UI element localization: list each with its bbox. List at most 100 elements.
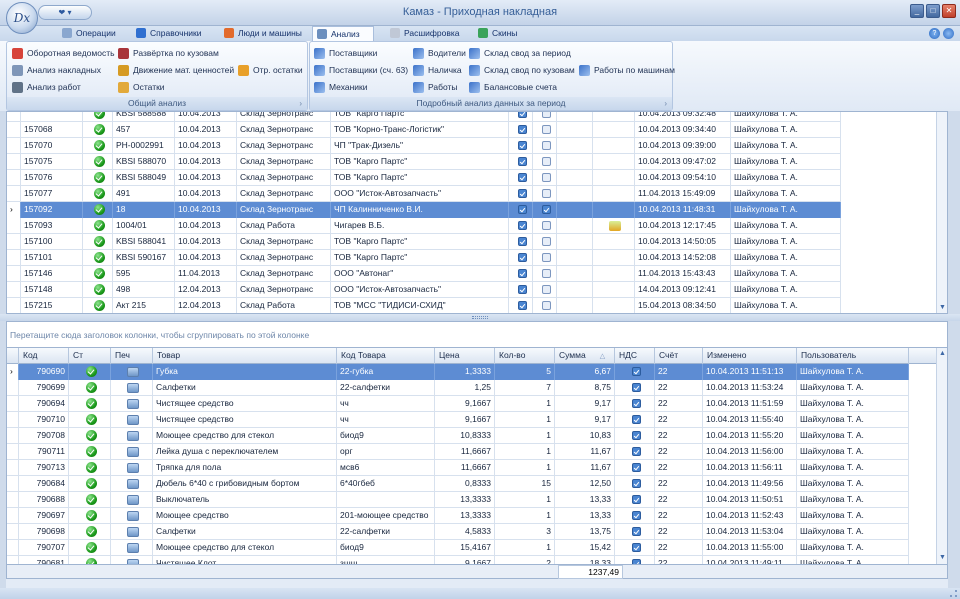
column-header[interactable]: Код (19, 348, 69, 364)
vat-checkbox[interactable] (517, 189, 527, 198)
work-by-cars-button[interactable]: Работы по машинам (578, 63, 675, 78)
flag-checkbox[interactable] (541, 221, 551, 230)
warehouse-period-button[interactable]: Склад свод за период (468, 46, 571, 61)
print-icon[interactable] (127, 383, 139, 393)
table-row[interactable]: › 790690 Губка 22-губка 1,3333 5 6,67 22 10.04.2… (7, 364, 909, 380)
help-icon[interactable]: ? (929, 28, 940, 39)
print-icon[interactable] (127, 543, 139, 553)
goods-movement-button[interactable]: Движение мат. ценностей (117, 63, 234, 78)
group-expand-icon[interactable]: › (299, 97, 302, 110)
flag-checkbox[interactable] (541, 269, 551, 278)
vat-checkbox[interactable] (631, 527, 641, 536)
sort-ascending-icon[interactable]: △ (600, 353, 605, 360)
drivers-button[interactable]: Водители (412, 46, 466, 61)
table-row[interactable]: 157077 491 10.04.2013 Склад Зернотранс ООО "… (7, 186, 841, 202)
column-header[interactable]: Счёт (655, 348, 703, 364)
vat-checkbox[interactable] (517, 285, 527, 294)
items-grid[interactable]: Код Ст Печ Товар Код Товара Цена Кол-во Сумма △ Н… (6, 347, 948, 565)
horizontal-scrollbar[interactable] (6, 579, 948, 588)
table-row[interactable]: 157068 457 10.04.2013 Склад Зернотранс ТОВ "… (7, 122, 841, 138)
vat-checkbox[interactable] (517, 205, 527, 214)
tab-references[interactable]: Справочники (132, 26, 202, 41)
group-expand-icon[interactable]: › (664, 97, 667, 110)
flag-checkbox[interactable] (541, 189, 551, 198)
table-row[interactable]: 790698 Салфетки 22-салфетки 4,5833 3 13,75 22 1… (7, 524, 909, 540)
turnover-button[interactable]: Оборотная ведомость (11, 46, 115, 61)
table-row[interactable]: 157146 595 11.04.2013 Склад Зернотранс ООО "… (7, 266, 841, 282)
vat-checkbox[interactable] (631, 447, 641, 456)
print-icon[interactable] (127, 463, 139, 473)
vat-checkbox[interactable] (517, 173, 527, 182)
print-icon[interactable] (127, 367, 139, 377)
suppliers-63-button[interactable]: Поставщики (сч. 63) (313, 63, 408, 78)
resize-grip-icon[interactable] (950, 590, 957, 597)
flag-checkbox[interactable] (541, 253, 551, 262)
vat-checkbox[interactable] (517, 221, 527, 230)
minimize-button[interactable]: _ (910, 4, 924, 18)
invoices-scrollbar[interactable]: ▼ (936, 112, 947, 313)
table-row[interactable]: 157075 KBSI 588070 10.04.2013 Склад Зернотр… (7, 154, 841, 170)
vat-checkbox[interactable] (631, 367, 641, 376)
tab-skins[interactable]: Скины (474, 26, 517, 41)
suppliers-button[interactable]: Поставщики (313, 46, 377, 61)
table-row[interactable]: 790697 Моющее средство 201-моющее средство… (7, 508, 909, 524)
vat-checkbox[interactable] (517, 125, 527, 134)
vat-checkbox[interactable] (517, 253, 527, 262)
table-row[interactable]: 790688 Выключатель 13,3333 1 13,33 22 10.04.20… (7, 492, 909, 508)
scroll-up-icon[interactable]: ▲ (938, 349, 947, 358)
flag-checkbox[interactable] (541, 173, 551, 182)
works-button[interactable]: Работы (412, 80, 458, 95)
print-icon[interactable] (127, 399, 139, 409)
vat-checkbox[interactable] (517, 157, 527, 166)
flag-checkbox[interactable] (541, 125, 551, 134)
column-header[interactable]: Сумма △ (555, 348, 615, 364)
column-header[interactable] (7, 348, 19, 364)
print-icon[interactable] (127, 415, 139, 425)
table-row[interactable]: 790699 Салфетки 22-салфетки 1,25 7 8,75 22 10.0… (7, 380, 909, 396)
column-header[interactable]: Ст (69, 348, 111, 364)
table-row[interactable]: › 157092 18 10.04.2013 Склад Зернотранс ЧП Ка… (7, 202, 841, 218)
column-header[interactable]: НДС (615, 348, 655, 364)
vat-checkbox[interactable] (631, 415, 641, 424)
table-row[interactable]: 790713 Тряпка для пола мсв6 11,6667 1 11,67 22… (7, 460, 909, 476)
flag-checkbox[interactable] (541, 141, 551, 150)
column-header[interactable]: Изменено (703, 348, 797, 364)
print-icon[interactable] (127, 479, 139, 489)
table-row[interactable]: 157100 KBSI 588041 10.04.2013 Склад Зернотр… (7, 234, 841, 250)
vat-checkbox[interactable] (631, 543, 641, 552)
tab-operations[interactable]: Операции (58, 26, 116, 41)
column-header[interactable]: Код Товара (337, 348, 435, 364)
print-icon[interactable] (127, 511, 139, 521)
items-scrollbar[interactable]: ▲ ▼ (936, 348, 947, 564)
tab-analysis[interactable]: Анализ (312, 26, 374, 42)
column-header[interactable]: Печ (111, 348, 153, 364)
vat-checkbox[interactable] (517, 301, 527, 310)
folder-icon[interactable] (609, 221, 621, 231)
vat-checkbox[interactable] (631, 383, 641, 392)
negative-stock-button[interactable]: Отр. остатки (237, 63, 303, 78)
table-row[interactable]: 790711 Лейка душа с переключателем орг 11,6… (7, 444, 909, 460)
table-row[interactable]: 157070 РН-0002991 10.04.2013 Склад Зернотра… (7, 138, 841, 154)
flag-checkbox[interactable] (541, 112, 551, 118)
print-icon[interactable] (127, 447, 139, 457)
vat-checkbox[interactable] (517, 237, 527, 246)
table-row[interactable]: 790694 Чистящее средство чч 9,1667 1 9,17 22 10… (7, 396, 909, 412)
invoice-analysis-button[interactable]: Анализ накладных (11, 63, 101, 78)
vat-checkbox[interactable] (517, 269, 527, 278)
vat-checkbox[interactable] (631, 399, 641, 408)
body-breakdown-button[interactable]: Развёртка по кузовам (117, 46, 219, 61)
close-button[interactable]: ✕ (942, 4, 956, 18)
app-menu-button[interactable]: Dx (6, 2, 38, 34)
table-row[interactable]: 790710 Чистящее средство чч 9,1667 1 9,17 22 10… (7, 412, 909, 428)
flag-checkbox[interactable] (541, 205, 551, 214)
column-header[interactable]: Цена (435, 348, 495, 364)
vat-checkbox[interactable] (631, 431, 641, 440)
vat-checkbox[interactable] (631, 463, 641, 472)
invoices-grid[interactable]: 157215 Акт 215 12.04.2013 Склад Работа ТОВ "… (6, 111, 948, 314)
flag-checkbox[interactable] (541, 301, 551, 310)
work-analysis-button[interactable]: Анализ работ (11, 80, 81, 95)
stock-button[interactable]: Остатки (117, 80, 165, 95)
vat-checkbox[interactable] (517, 141, 527, 150)
tab-people-cars[interactable]: Люди и машины (220, 26, 302, 41)
group-by-area[interactable]: Перетащите сюда заголовок колонки, чтобы… (6, 321, 948, 347)
